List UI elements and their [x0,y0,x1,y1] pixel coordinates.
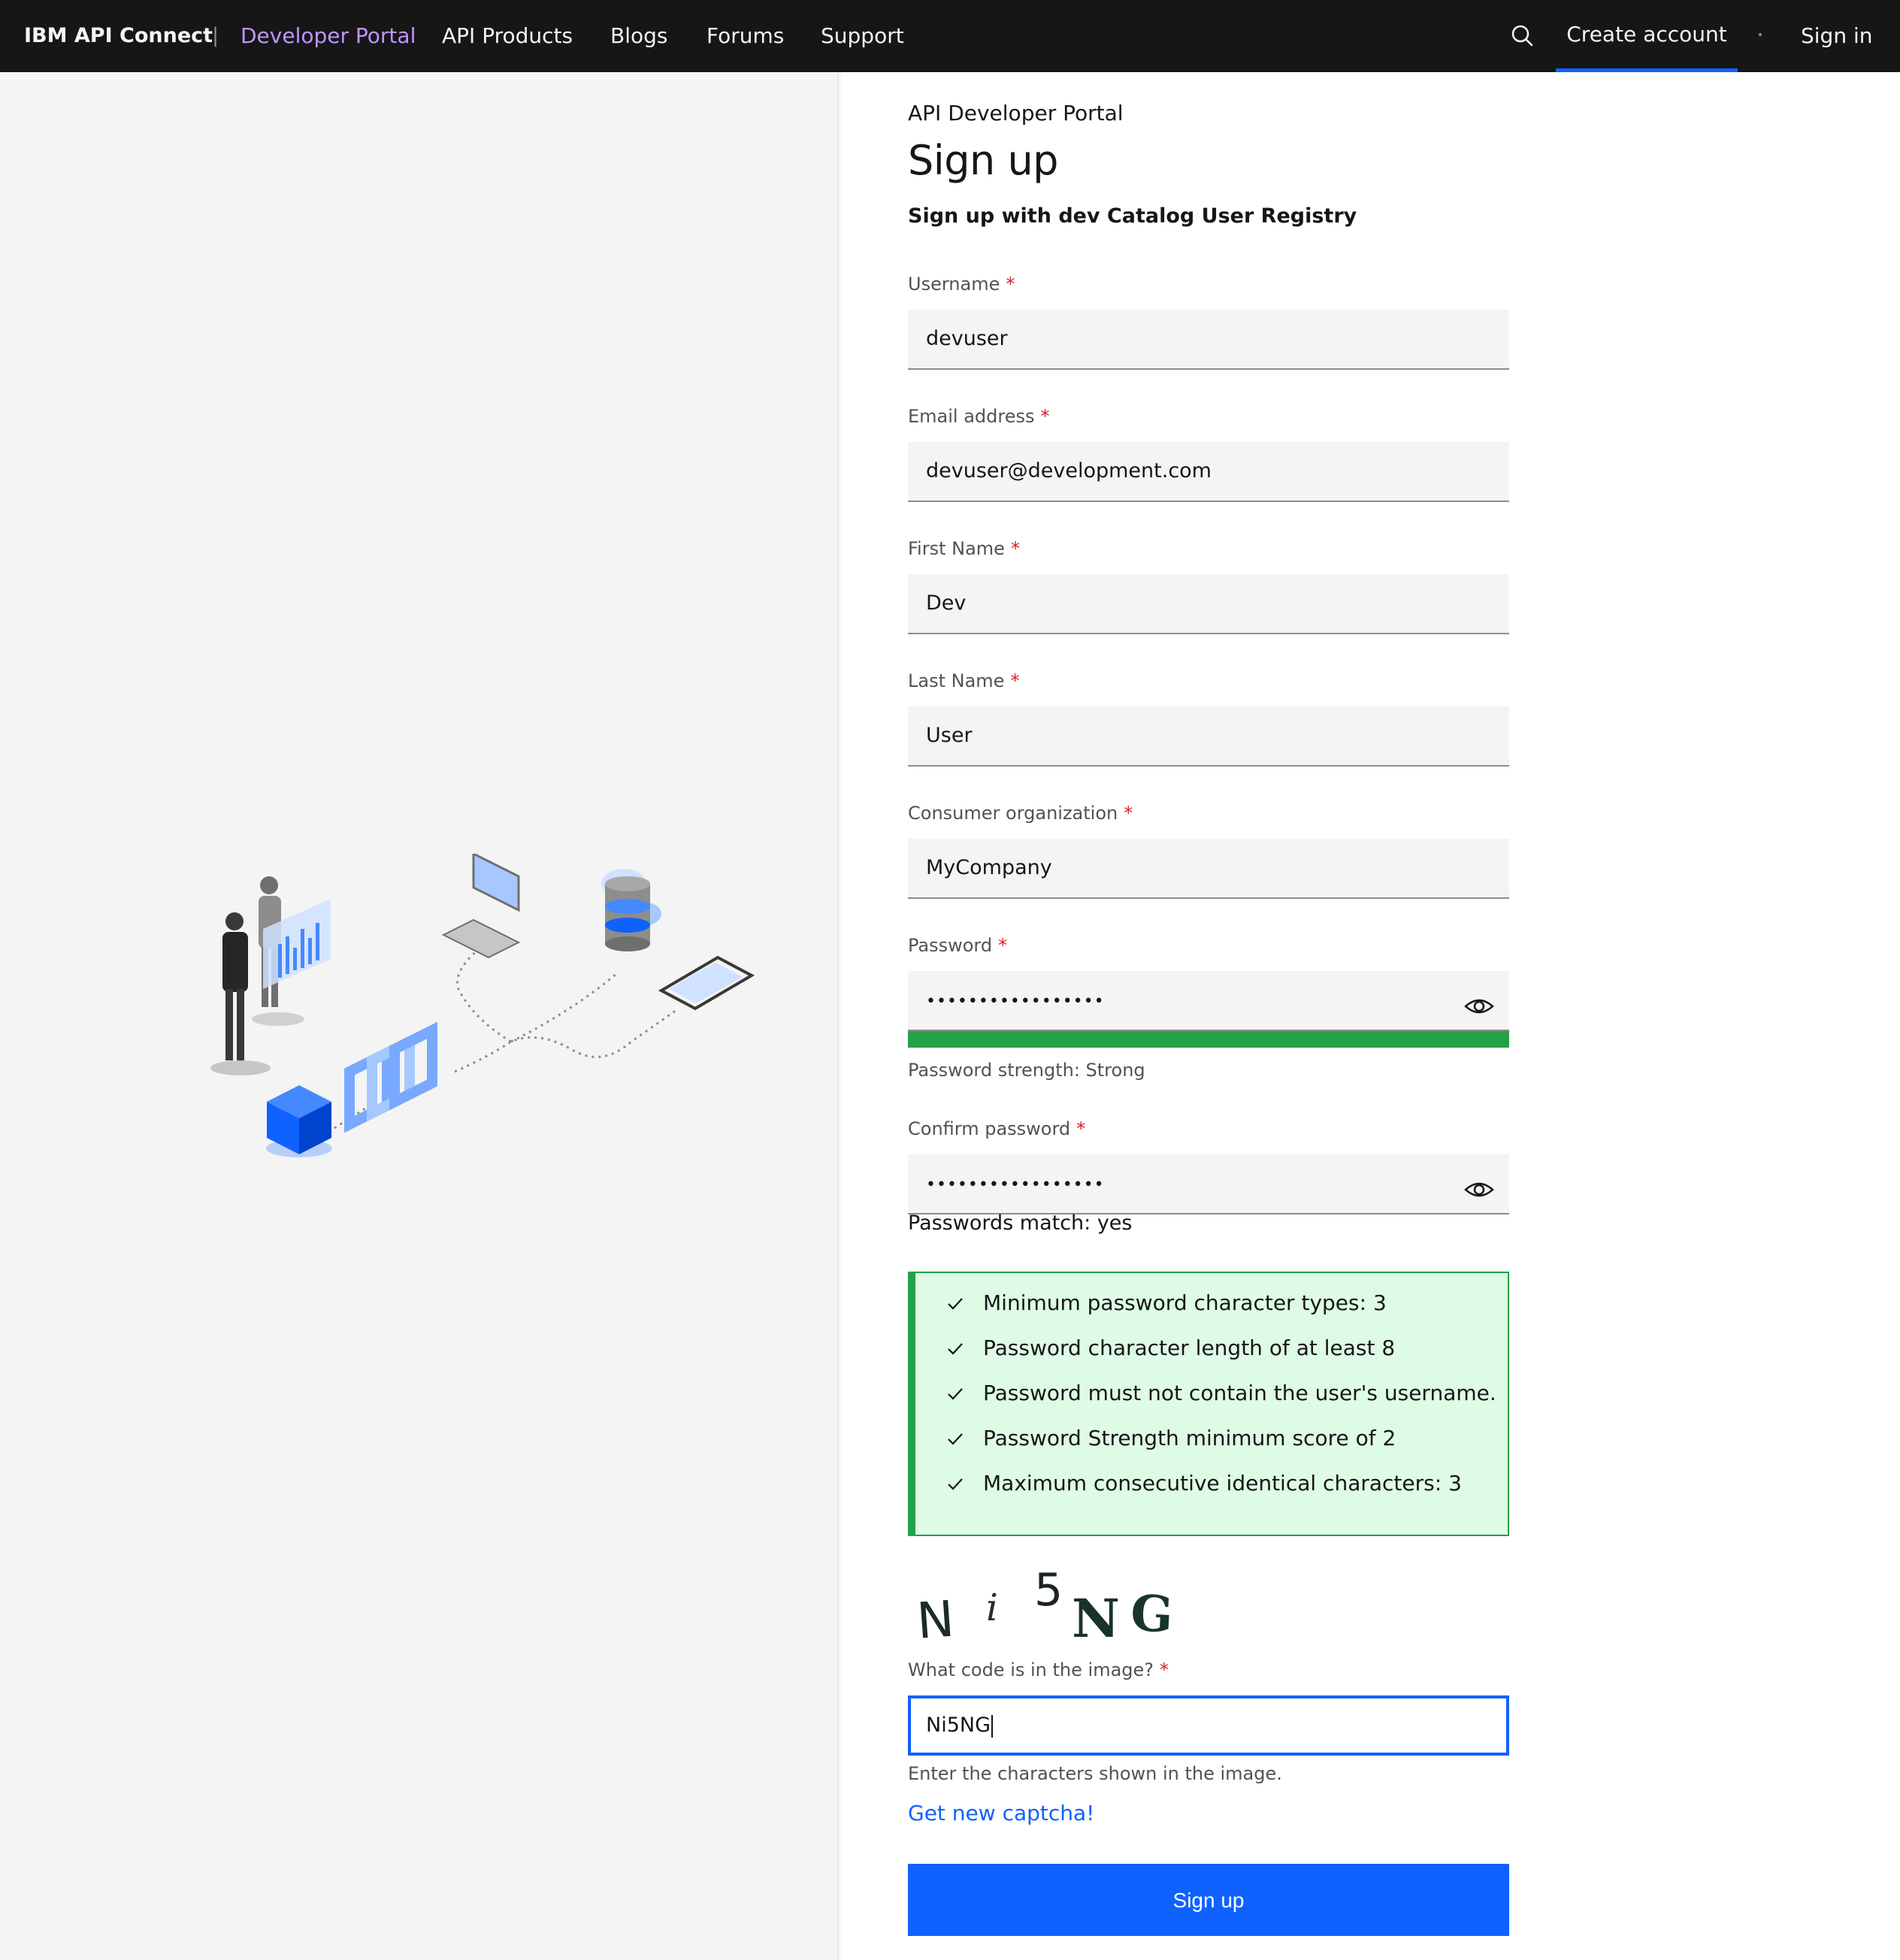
portal-eyebrow: API Developer Portal [908,101,1124,126]
page-title: Sign up [908,137,1058,184]
brand-separator: | [212,24,219,47]
email-field[interactable]: devuser@development.com [908,442,1509,502]
checkmark-icon [948,1388,963,1400]
required-marker: * [1076,1118,1086,1139]
brand-name[interactable]: IBM API Connect [24,0,213,72]
gateway-frames [344,1021,437,1133]
sign-in-link[interactable]: Sign in [1801,0,1873,72]
required-marker: * [1010,670,1020,691]
passwords-match-text: Passwords match: yes [908,1211,1133,1235]
captcha-label: What code is in the image? * [908,1659,1169,1680]
sign-up-button[interactable]: Sign up [908,1864,1509,1936]
required-marker: * [1006,274,1015,295]
password-field[interactable]: ••••••••••••••••• [908,971,1509,1031]
checkmark-icon [948,1478,963,1490]
phone [658,955,755,1011]
checkmark-icon [948,1298,963,1310]
username-label: Username * [908,274,1015,295]
search-icon[interactable] [1506,20,1539,53]
password-label: Password * [908,935,1008,956]
password-strength-bar [908,1031,1509,1048]
header-dot-separator [1759,33,1762,36]
top-navigation-bar: IBM API Connect | Developer Portal API P… [0,0,1900,72]
required-marker: * [998,935,1008,956]
show-password-icon[interactable] [1463,986,1496,1016]
database [601,869,661,951]
nav-developer-portal[interactable]: Developer Portal [241,0,416,72]
nav-blogs[interactable]: Blogs [610,0,667,72]
confirm-password-label: Confirm password * [908,1118,1086,1139]
blue-cube [266,1085,332,1157]
first-name-label: First Name * [908,538,1020,559]
last-name-label: Last Name * [908,670,1020,691]
svg-text:G: G [1129,1583,1174,1644]
nav-forums[interactable]: Forums [706,0,784,72]
svg-text:N: N [915,1590,956,1650]
laptop [441,851,521,959]
nav-support[interactable]: Support [821,0,904,72]
checkmark-icon [948,1433,963,1445]
captcha-helper-text: Enter the characters shown in the image. [908,1763,1282,1784]
last-name-field[interactable]: User [908,706,1509,767]
required-marker: * [1040,406,1050,427]
show-confirm-password-icon[interactable] [1463,1169,1496,1199]
text-caret [991,1714,993,1738]
captcha-input[interactable]: Ni5NG [908,1695,1509,1756]
api-network-illustration [180,851,782,1214]
registry-subtitle: Sign up with dev Catalog User Registry [908,204,1357,228]
svg-text:N: N [1072,1587,1120,1650]
panel-divider [837,72,842,1960]
required-marker: * [1124,803,1133,824]
password-rules-box: Minimum password character types: 3 Pass… [908,1272,1509,1536]
illustration-panel [0,72,837,1960]
checkmark-icon [948,1343,963,1355]
organization-label: Consumer organization * [908,803,1133,824]
svg-text:5: 5 [1034,1564,1063,1617]
password-strength-text: Password strength: Strong [908,1060,1145,1081]
new-captcha-link[interactable]: Get new captcha! [908,1801,1094,1825]
captcha-image: N i 5 N G [908,1553,1194,1650]
svg-text:i: i [986,1586,998,1629]
first-name-field[interactable]: Dev [908,574,1509,634]
required-marker: * [1160,1659,1169,1680]
confirm-password-field[interactable]: ••••••••••••••••• [908,1154,1509,1214]
people-figures [210,876,331,1075]
username-field[interactable]: devuser [908,310,1509,370]
create-account-link[interactable]: Create account [1556,0,1738,72]
email-label: Email address * [908,406,1050,427]
organization-field[interactable]: MyCompany [908,839,1509,899]
required-marker: * [1010,538,1020,559]
nav-api-products[interactable]: API Products [442,0,573,72]
